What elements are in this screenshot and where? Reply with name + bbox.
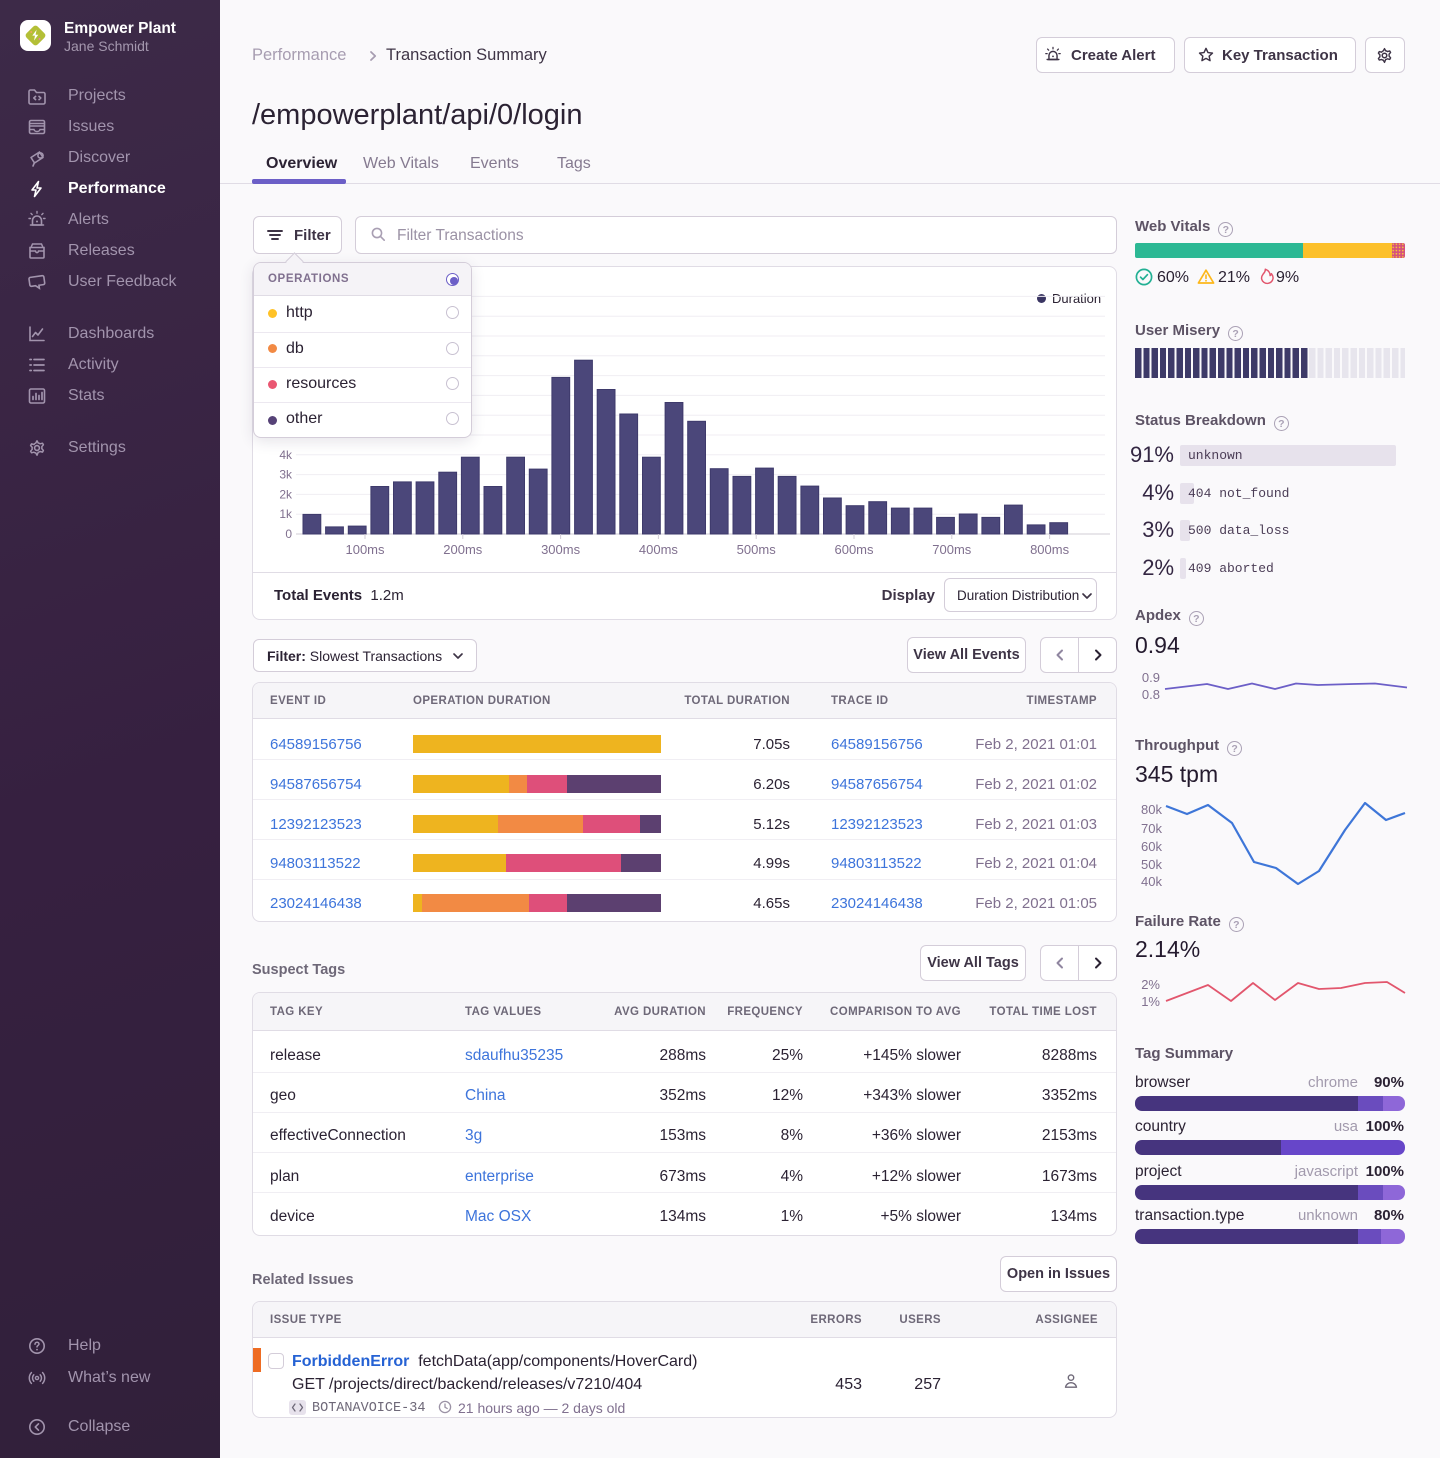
svg-text:0: 0 — [285, 527, 292, 541]
svg-text:800ms: 800ms — [1030, 542, 1070, 557]
svg-text:600ms: 600ms — [834, 542, 874, 557]
svg-text:4k: 4k — [279, 448, 293, 462]
svg-text:200ms: 200ms — [443, 542, 483, 557]
svg-text:500ms: 500ms — [737, 542, 777, 557]
svg-text:1k: 1k — [279, 507, 293, 521]
svg-text:300ms: 300ms — [541, 542, 581, 557]
svg-text:100ms: 100ms — [345, 542, 385, 557]
svg-text:2k: 2k — [279, 487, 293, 501]
svg-text:700ms: 700ms — [932, 542, 972, 557]
svg-text:400ms: 400ms — [639, 542, 679, 557]
svg-text:3k: 3k — [279, 468, 293, 482]
